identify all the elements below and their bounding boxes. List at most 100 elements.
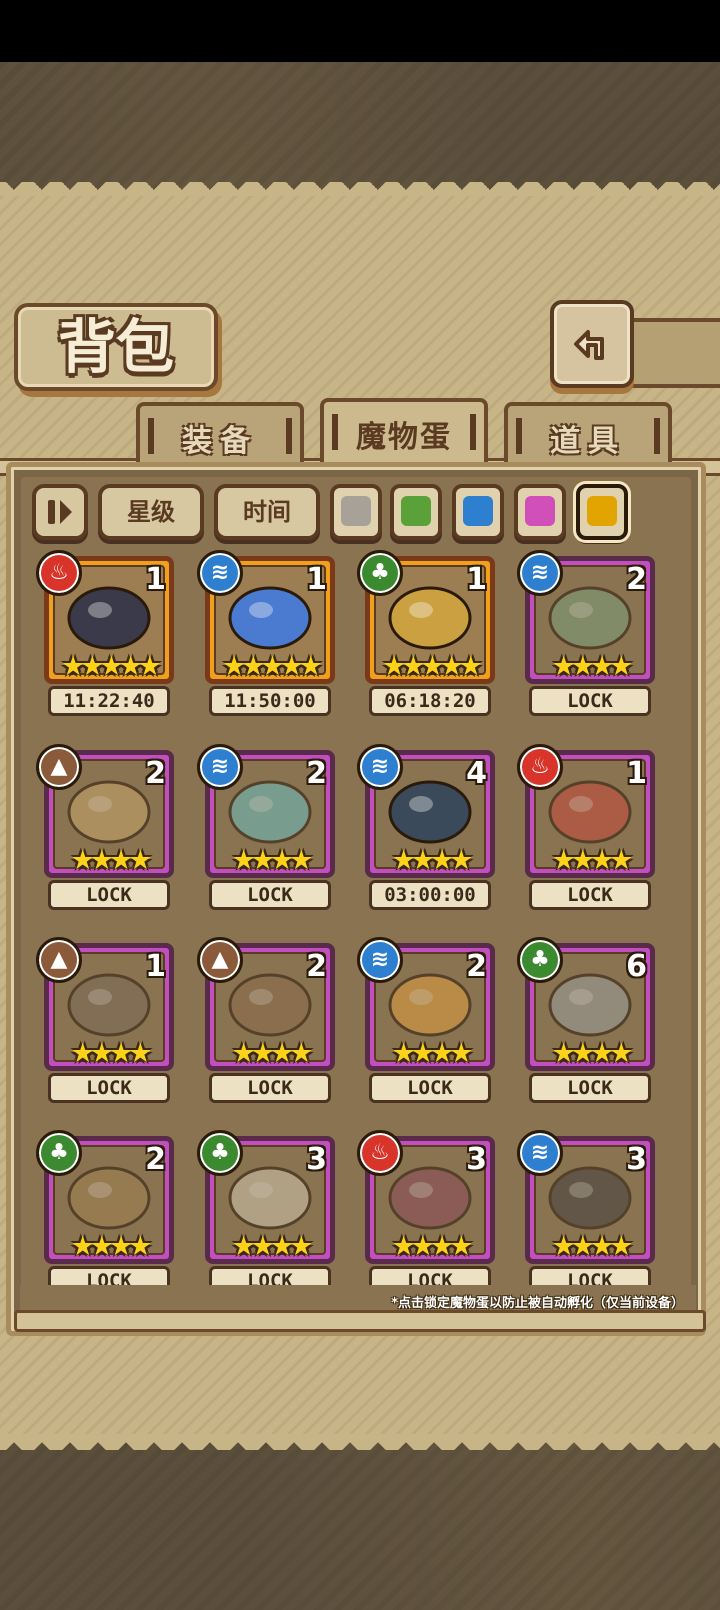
egg-count: 1 (145, 949, 166, 984)
egg-card[interactable]: ≋ 1 ★★★★★ 11:50:00 (197, 550, 335, 724)
egg-count: 1 (306, 562, 327, 597)
egg-stars: ★★★★ (70, 1038, 153, 1069)
egg-count: 1 (466, 562, 487, 597)
water-element-icon: ≋ (357, 937, 403, 983)
sort-by-star-button[interactable]: 星级 (98, 484, 204, 540)
tab-label: 装备 (182, 424, 258, 459)
egg-card[interactable]: ▲ 1 ★★★★ LOCK (36, 937, 174, 1111)
fire-element-icon: ♨ (517, 744, 563, 790)
egg-status-label[interactable]: LOCK (209, 1073, 331, 1103)
water-element-icon: ≋ (357, 744, 403, 790)
egg-stars: ★★★★ (231, 1038, 314, 1069)
egg-card[interactable]: ≋ 2 ★★★★ LOCK (197, 744, 335, 918)
gold-swatch (587, 496, 617, 526)
egg-stars: ★★★★ (551, 1231, 634, 1262)
egg-stars: ★★★★ (551, 651, 634, 682)
egg-count: 2 (626, 562, 647, 597)
sort-order-icon (48, 500, 72, 524)
leaf-element-icon: ♣ (357, 550, 403, 596)
water-element-icon: ≋ (197, 550, 243, 596)
egg-count: 2 (466, 949, 487, 984)
egg-count: 3 (306, 1142, 327, 1177)
egg-stars: ★★★★ (551, 1038, 634, 1069)
tab-equipment[interactable]: 装备 (136, 402, 304, 466)
egg-count: 6 (626, 949, 647, 984)
tab-monster-eggs[interactable]: 魔物蛋 (320, 398, 488, 470)
gray-swatch (341, 496, 371, 526)
fire-element-icon: ♨ (357, 1130, 403, 1176)
leaf-element-icon: ♣ (517, 937, 563, 983)
egg-count: 1 (626, 756, 647, 791)
egg-status-label[interactable]: 11:50:00 (209, 686, 331, 716)
egg-card[interactable]: ≋ 2 ★★★★ LOCK (517, 550, 655, 724)
pink-swatch (525, 496, 555, 526)
egg-status-label[interactable]: LOCK (48, 880, 170, 910)
egg-card[interactable]: ♣ 2 ★★★★ LOCK (36, 1130, 174, 1304)
egg-card[interactable]: ≋ 2 ★★★★ LOCK (357, 937, 495, 1111)
egg-status-label[interactable]: LOCK (529, 1073, 651, 1103)
water-element-icon: ≋ (517, 1130, 563, 1176)
fire-element-icon: ♨ (36, 550, 82, 596)
egg-status-label[interactable]: LOCK (529, 686, 651, 716)
egg-count: 3 (626, 1142, 647, 1177)
leaf-element-icon: ♣ (36, 1130, 82, 1176)
egg-count: 2 (145, 1142, 166, 1177)
page-title: 背包 (57, 313, 174, 381)
lock-hint-note: *点击锁定魔物蛋以防止被自动孵化（仅当前设备） (391, 1296, 684, 1311)
back-arrow-icon (574, 330, 604, 360)
egg-stars: ★★★★★ (60, 651, 162, 682)
egg-count: 4 (466, 756, 487, 791)
sort-by-time-button[interactable]: 时间 (214, 484, 320, 540)
egg-status-label[interactable]: 11:22:40 (48, 686, 170, 716)
egg-status-label[interactable]: LOCK (369, 1073, 491, 1103)
egg-card[interactable]: ♨ 3 ★★★★ LOCK (357, 1130, 495, 1304)
egg-status-label[interactable]: LOCK (529, 880, 651, 910)
egg-stars: ★★★★ (70, 1231, 153, 1262)
filter-blue-button[interactable] (452, 484, 504, 540)
egg-card[interactable]: ♣ 3 ★★★★ LOCK (197, 1130, 335, 1304)
sort-toggle-button[interactable] (32, 484, 88, 540)
tab-label: 道具 (550, 424, 626, 459)
blue-swatch (463, 496, 493, 526)
egg-card[interactable]: ▲ 2 ★★★★ LOCK (197, 937, 335, 1111)
egg-card[interactable]: ♨ 1 ★★★★ LOCK (517, 744, 655, 918)
earth-element-icon: ▲ (197, 937, 243, 983)
filter-gold-button[interactable] (576, 484, 628, 540)
egg-card[interactable]: ♨ 1 ★★★★★ 11:22:40 (36, 550, 174, 724)
egg-count: 3 (466, 1142, 487, 1177)
egg-card[interactable]: ▲ 2 ★★★★ LOCK (36, 744, 174, 918)
earth-element-icon: ▲ (36, 937, 82, 983)
status-bar (0, 0, 720, 62)
egg-stars: ★★★★ (551, 845, 634, 876)
back-button-rail (626, 318, 720, 388)
egg-count: 2 (306, 949, 327, 984)
egg-stars: ★★★★★ (221, 651, 323, 682)
egg-count: 2 (306, 756, 327, 791)
egg-card[interactable]: ♣ 6 ★★★★ LOCK (517, 937, 655, 1111)
egg-stars: ★★★★ (391, 845, 474, 876)
egg-stars: ★★★★ (391, 1231, 474, 1262)
back-button[interactable] (550, 300, 634, 388)
egg-status-label[interactable]: 03:00:00 (369, 880, 491, 910)
egg-status-label[interactable]: 06:18:20 (369, 686, 491, 716)
earth-element-icon: ▲ (36, 744, 82, 790)
egg-stars: ★★★★ (391, 1038, 474, 1069)
filter-green-button[interactable] (390, 484, 442, 540)
tab-items[interactable]: 道具 (504, 402, 672, 466)
egg-stars: ★★★★★ (381, 651, 483, 682)
egg-count: 1 (145, 562, 166, 597)
egg-stars: ★★★★ (231, 845, 314, 876)
green-swatch (401, 496, 431, 526)
egg-stars: ★★★★ (70, 845, 153, 876)
filter-pink-button[interactable] (514, 484, 566, 540)
egg-stars: ★★★★ (231, 1231, 314, 1262)
filter-gray-button[interactable] (330, 484, 382, 540)
egg-count: 2 (145, 756, 166, 791)
egg-card[interactable]: ≋ 3 ★★★★ LOCK (517, 1130, 655, 1304)
egg-card[interactable]: ≋ 4 ★★★★ 03:00:00 (357, 744, 495, 918)
water-element-icon: ≋ (197, 744, 243, 790)
leaf-element-icon: ♣ (197, 1130, 243, 1176)
egg-status-label[interactable]: LOCK (209, 880, 331, 910)
egg-status-label[interactable]: LOCK (48, 1073, 170, 1103)
egg-card[interactable]: ♣ 1 ★★★★★ 06:18:20 (357, 550, 495, 724)
